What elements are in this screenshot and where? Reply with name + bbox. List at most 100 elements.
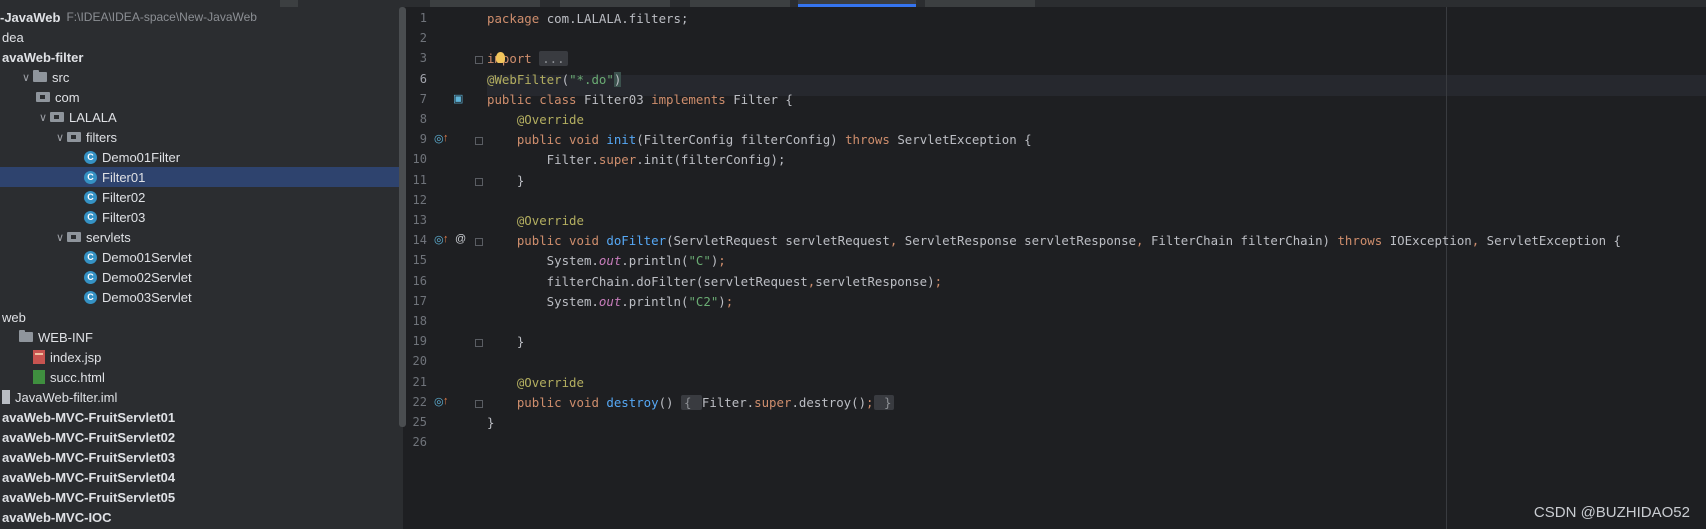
- line-number: 19: [412, 334, 427, 349]
- code-line[interactable]: public void doFilter(ServletRequest serv…: [487, 230, 1621, 251]
- chevron-down-icon[interactable]: ∨: [19, 71, 33, 84]
- java-class-icon: C: [84, 250, 97, 264]
- tab[interactable]: [280, 0, 298, 7]
- line-number: 8: [419, 112, 427, 126]
- code-token: destroy: [606, 394, 659, 410]
- tree-item-label: Demo02Servlet: [102, 269, 192, 285]
- code-line[interactable]: public void init(FilterConfig filterConf…: [487, 129, 1032, 150]
- chevron-down-icon[interactable]: ∨: [53, 131, 67, 144]
- line-number: 10: [412, 152, 427, 167]
- code-token: {: [680, 394, 702, 410]
- tree-item-avaweb-mvc-fruitservlet01[interactable]: avaWeb-MVC-FruitServlet01: [0, 407, 403, 427]
- code-line[interactable]: @Override: [487, 210, 584, 231]
- tree-item-src[interactable]: ∨ src: [0, 67, 403, 87]
- code-line[interactable]: }: [487, 331, 524, 352]
- tree-item-demo02servlet[interactable]: C Demo02Servlet: [0, 267, 403, 287]
- tree-item-avaweb-mvc-fruitservlet05[interactable]: avaWeb-MVC-FruitServlet05: [0, 487, 403, 507]
- tree-item-servlets[interactable]: ∨ servlets: [0, 227, 403, 247]
- code-line[interactable]: public void destroy() { Filter.super.des…: [487, 392, 895, 413]
- line-number: 20: [412, 354, 427, 369]
- code-token: ServletException {: [1486, 233, 1621, 249]
- project-root[interactable]: -JavaWeb F:\IDEA\IDEA-space\New-JavaWeb: [0, 7, 403, 27]
- tab[interactable]: [430, 0, 540, 7]
- fold-toggle-icon[interactable]: [475, 177, 483, 186]
- tree-item-dea[interactable]: dea: [0, 27, 403, 47]
- tree-item-avaweb-mvc-fruitservlet03[interactable]: avaWeb-MVC-FruitServlet03: [0, 447, 403, 467]
- tree-item-filter02[interactable]: C Filter02: [0, 187, 403, 207]
- project-scrollbar[interactable]: [399, 7, 406, 427]
- code-token: import: [487, 51, 540, 67]
- implement-icon[interactable]: ↑: [443, 132, 449, 144]
- code-token: .println(: [621, 293, 689, 309]
- tab[interactable]: [925, 0, 1035, 7]
- code-line[interactable]: }: [487, 412, 494, 433]
- fold-toggle-icon[interactable]: [475, 399, 483, 408]
- tree-item-filter03[interactable]: C Filter03: [0, 207, 403, 227]
- tab[interactable]: [690, 0, 790, 7]
- code-token: IOException: [1389, 233, 1472, 249]
- line-number: 21: [412, 374, 427, 389]
- lightbulb-icon[interactable]: [496, 52, 505, 64]
- tree-item-web[interactable]: web: [0, 307, 403, 327]
- fold-toggle-icon[interactable]: [475, 137, 483, 146]
- tree-item-avaweb-filter[interactable]: avaWeb-filter: [0, 47, 403, 67]
- implement-icon[interactable]: ↑: [443, 395, 449, 407]
- code-line[interactable]: @Override: [487, 109, 584, 130]
- tree-item-demo03servlet[interactable]: C Demo03Servlet: [0, 287, 403, 307]
- code-line[interactable]: @Override: [487, 372, 584, 393]
- java-class-icon: C: [84, 210, 97, 224]
- class-gutter-icon[interactable]: ▣: [453, 92, 463, 105]
- tree-item-label: filters: [86, 129, 118, 145]
- tree-item-javaweb-filter-iml[interactable]: JavaWeb-filter.iml: [0, 387, 403, 407]
- tree-item-demo01filter[interactable]: C Demo01Filter: [0, 147, 403, 167]
- code-line[interactable]: package com.LALALA.filters;: [487, 8, 688, 29]
- chevron-down-icon[interactable]: ∨: [36, 111, 50, 124]
- code-token: package: [487, 11, 547, 26]
- code-token: (: [561, 71, 570, 87]
- tree-item-avaweb-mvc-ioc[interactable]: avaWeb-MVC-IOC: [0, 507, 403, 527]
- fold-toggle-icon[interactable]: [475, 56, 483, 65]
- code-token: ,: [889, 233, 905, 249]
- tree-item-label: avaWeb-MVC-FruitServlet05: [2, 489, 176, 505]
- tree-item-label: index.jsp: [50, 349, 102, 365]
- code-line[interactable]: System.out.println("C2");: [487, 291, 734, 312]
- fold-toggle-icon[interactable]: [475, 238, 483, 247]
- code-line[interactable]: import ...: [487, 48, 568, 69]
- code-token: System.: [487, 293, 599, 309]
- code-token: }: [487, 334, 525, 350]
- tree-item-filters[interactable]: ∨ filters: [0, 127, 403, 147]
- code-line[interactable]: }: [487, 170, 524, 191]
- tree-item-lalala[interactable]: ∨ LALALA: [0, 107, 403, 127]
- tree-item-index-jsp[interactable]: index.jsp: [0, 347, 403, 367]
- project-root-path: F:\IDEA\IDEA-space\New-JavaWeb: [66, 10, 257, 24]
- code-token: ,: [1136, 233, 1151, 249]
- code-token: .destroy(): [791, 394, 867, 410]
- tree-item-succ-html[interactable]: succ.html: [0, 367, 403, 387]
- code-token: out: [598, 253, 622, 269]
- tree-item-avaweb-mvc-fruitservlet04[interactable]: avaWeb-MVC-FruitServlet04: [0, 467, 403, 487]
- tree-item-web-inf[interactable]: WEB-INF: [0, 327, 403, 347]
- code-line[interactable]: Filter.super.init(filterConfig);: [487, 149, 786, 170]
- code-line[interactable]: @WebFilter("*.do"): [487, 69, 622, 90]
- tree-item-label: com: [55, 89, 80, 105]
- code-token: Filter03: [583, 91, 652, 107]
- tree-item-filter01[interactable]: C Filter01: [0, 167, 403, 187]
- implement-icon[interactable]: ↑: [443, 233, 449, 245]
- at-icon[interactable]: @: [455, 233, 466, 245]
- tree-item-com[interactable]: com: [0, 87, 403, 107]
- tree-item-demo01servlet[interactable]: C Demo01Servlet: [0, 247, 403, 267]
- code-token: (ServletRequest servletRequest: [666, 233, 890, 249]
- line-number: 12: [412, 192, 427, 207]
- code-token: com.LALALA.filters;: [546, 11, 689, 26]
- code-editor[interactable]: package com.LALALA.filters; import ... @We…: [487, 7, 1706, 529]
- tree-item-avaweb-mvc-fruitservlet02[interactable]: avaWeb-MVC-FruitServlet02: [0, 427, 403, 447]
- tab[interactable]: [560, 0, 670, 7]
- code-token: servletResponse): [815, 273, 935, 289]
- code-line[interactable]: filterChain.doFilter(servletRequest,serv…: [487, 271, 942, 292]
- chevron-down-icon[interactable]: ∨: [53, 231, 67, 244]
- fold-toggle-icon[interactable]: [475, 339, 483, 348]
- code-line[interactable]: public class Filter03 implements Filter …: [487, 89, 793, 110]
- code-line[interactable]: System.out.println("C");: [487, 250, 726, 271]
- package-icon: [67, 232, 81, 242]
